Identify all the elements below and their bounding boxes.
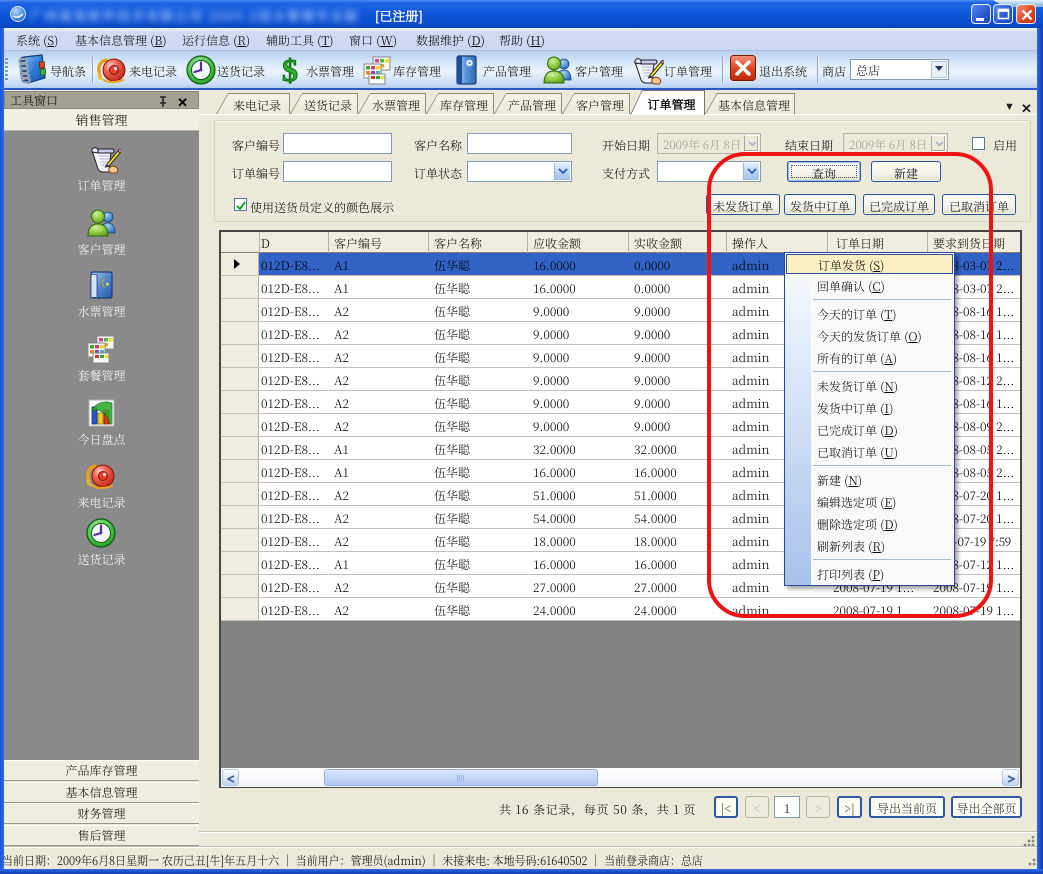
svg-text:$: $ [282, 54, 298, 86]
